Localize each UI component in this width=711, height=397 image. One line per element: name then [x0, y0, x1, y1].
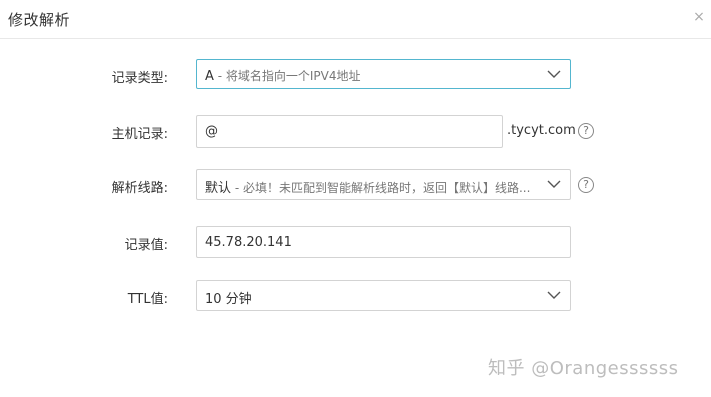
help-icon[interactable]: ? — [578, 123, 594, 139]
ttl-value: 10 分钟 — [205, 292, 252, 307]
record-type-label: 记录类型: — [111, 71, 168, 86]
host-record-label: 主机记录: — [111, 127, 168, 142]
dialog-header: 修改解析 × — [0, 0, 711, 39]
record-type-value-hint: - 将域名指向一个IPV4地址 — [213, 69, 361, 83]
ttl-row: TTL值: 10 分钟 — [0, 280, 711, 314]
resolve-line-select[interactable]: 默认 - 必填！未匹配到智能解析线路时，返回【默认】线路... — [196, 169, 571, 200]
resolve-line-row: 解析线路: 默认 - 必填！未匹配到智能解析线路时，返回【默认】线路... ? — [0, 169, 711, 203]
resolve-line-label: 解析线路: — [111, 181, 168, 196]
resolve-line-value-hint: - 必填！未匹配到智能解析线路时，返回【默认】线路... — [231, 181, 531, 195]
resolve-line-value: 默认 - 必填！未匹配到智能解析线路时，返回【默认】线路... — [205, 177, 535, 196]
host-record-row: 主机记录: @ .tycyt.com ? — [0, 115, 711, 149]
watermark: 知乎 @Orangessssss — [488, 358, 679, 379]
chevron-down-icon[interactable] — [547, 179, 561, 189]
host-record-value: @ — [205, 124, 218, 139]
record-value-label: 记录值: — [124, 238, 168, 253]
record-value-row: 记录值: 45.78.20.141 — [0, 226, 711, 260]
close-icon[interactable]: × — [693, 10, 705, 24]
ttl-select[interactable]: 10 分钟 — [196, 280, 571, 311]
record-type-value: A - 将域名指向一个IPV4地址 — [205, 67, 535, 84]
record-type-value-main: A — [205, 69, 214, 84]
dialog-title: 修改解析 — [8, 11, 71, 29]
domain-suffix: .tycyt.com — [507, 123, 576, 138]
record-type-row: 记录类型: A - 将域名指向一个IPV4地址 — [0, 59, 711, 93]
chevron-down-icon[interactable] — [547, 69, 561, 79]
record-type-select[interactable]: A - 将域名指向一个IPV4地址 — [196, 59, 571, 89]
host-record-input[interactable]: @ — [196, 115, 503, 148]
edit-dns-dialog: 修改解析 × 记录类型: A - 将域名指向一个IPV4地址 主机记录: @ .… — [0, 0, 711, 397]
help-icon[interactable]: ? — [578, 177, 594, 193]
chevron-down-icon[interactable] — [547, 290, 561, 300]
resolve-line-value-main: 默认 — [205, 181, 232, 196]
record-value-value: 45.78.20.141 — [205, 235, 292, 250]
ttl-label: TTL值: — [127, 292, 168, 307]
record-value-input[interactable]: 45.78.20.141 — [196, 226, 571, 258]
